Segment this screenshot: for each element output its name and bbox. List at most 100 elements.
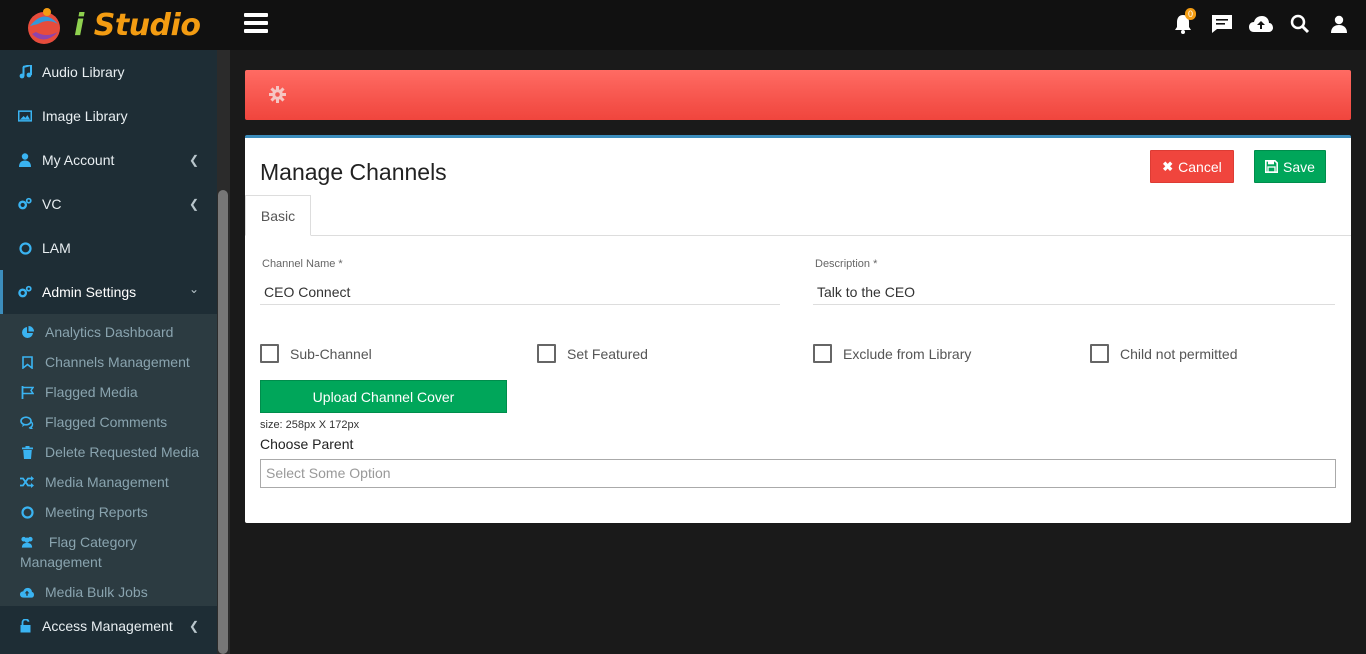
top-navbar: i Studio 0 xyxy=(0,0,1366,50)
bookmark-icon xyxy=(20,355,34,369)
messages-button[interactable] xyxy=(1202,10,1241,38)
circle-icon xyxy=(18,241,32,255)
submenu-item-delete-requested-media[interactable]: Delete Requested Media xyxy=(0,436,217,466)
checkbox-label: Set Featured xyxy=(567,345,648,362)
search-icon xyxy=(1290,14,1309,34)
circle-icon xyxy=(20,505,34,519)
cogs-icon xyxy=(18,285,32,299)
submenu-item-label: Flagged Media xyxy=(45,384,138,400)
submenu-item-flag-category-management[interactable]: Flag Category Management xyxy=(0,526,217,576)
choose-parent-label: Choose Parent xyxy=(260,436,354,452)
submenu-item-flagged-comments[interactable]: Flagged Comments xyxy=(0,406,217,436)
menu-toggle-button[interactable] xyxy=(244,13,268,35)
submenu-item-label: Channels Management xyxy=(45,354,190,370)
page-header-banner xyxy=(245,70,1351,120)
checkbox-label: Sub-Channel xyxy=(290,345,372,362)
close-icon: ✖ xyxy=(1162,158,1174,174)
checkbox-label: Exclude from Library xyxy=(843,345,972,362)
sidebar-item-label: Image Library xyxy=(42,108,128,124)
cloud-upload-icon xyxy=(20,585,34,599)
app-logo[interactable]: i Studio xyxy=(0,0,230,50)
submenu-item-label: Media Bulk Jobs xyxy=(45,584,148,600)
page-title: Manage Channels xyxy=(260,159,447,185)
child-not-permitted-checkbox-group[interactable]: Child not permitted xyxy=(1090,344,1238,363)
submenu-item-channels-management[interactable]: Channels Management xyxy=(0,346,217,376)
search-button[interactable] xyxy=(1280,10,1319,38)
save-button-label: Save xyxy=(1283,158,1315,175)
music-icon xyxy=(18,65,32,79)
submenu-item-flagged-media[interactable]: Flagged Media xyxy=(0,376,217,406)
tab-basic[interactable]: Basic xyxy=(245,195,311,236)
comments-icon xyxy=(20,415,34,429)
cancel-button[interactable]: ✖ Cancel xyxy=(1150,150,1234,183)
submenu-item-media-bulk-jobs[interactable]: Media Bulk Jobs xyxy=(0,576,217,606)
sidebar-scrollbar[interactable] xyxy=(218,190,228,654)
channel-name-input[interactable] xyxy=(260,279,780,305)
set-featured-checkbox[interactable] xyxy=(537,344,556,363)
child-not-permitted-checkbox[interactable] xyxy=(1090,344,1109,363)
save-button[interactable]: Save xyxy=(1254,150,1326,183)
chevron-left-icon: ❮ xyxy=(188,619,199,633)
cloud-upload-icon xyxy=(1248,16,1273,32)
sidebar-item-my-account[interactable]: My Account ❮ xyxy=(0,138,217,182)
parent-channel-select[interactable]: Select Some Option xyxy=(260,459,1336,488)
exclude-from-library-checkbox-group[interactable]: Exclude from Library xyxy=(813,344,971,363)
image-icon xyxy=(18,109,32,123)
description-label: Description * xyxy=(815,258,878,270)
floppy-disk-icon xyxy=(1265,160,1279,173)
user-icon xyxy=(1330,15,1347,33)
sidebar: Audio Library Image Library My Account ❮… xyxy=(0,50,230,654)
unlock-icon xyxy=(18,619,32,633)
user-icon xyxy=(18,153,32,167)
sidebar-item-lam[interactable]: LAM xyxy=(0,226,217,270)
exclude-from-library-checkbox[interactable] xyxy=(813,344,832,363)
submenu-item-label: Meeting Reports xyxy=(45,504,148,520)
submenu-item-label: Delete Requested Media xyxy=(45,444,200,460)
notification-badge: 0 xyxy=(1184,8,1196,20)
sidebar-item-access-management[interactable]: Access Management ❮ xyxy=(0,606,217,646)
sidebar-item-label: LAM xyxy=(42,240,71,256)
submenu-item-media-management[interactable]: Media Management xyxy=(0,466,217,496)
cancel-button-label: Cancel xyxy=(1178,158,1222,175)
users-icon xyxy=(20,535,34,549)
chevron-left-icon: ❮ xyxy=(188,197,199,211)
sidebar-item-vc[interactable]: VC ❮ xyxy=(0,182,217,226)
channel-name-label: Channel Name * xyxy=(262,258,343,270)
sub-channel-checkbox-group[interactable]: Sub-Channel xyxy=(260,344,372,363)
sidebar-item-label: Admin Settings xyxy=(42,284,137,300)
logo-text: i Studio xyxy=(74,8,201,43)
checkbox-label: Child not permitted xyxy=(1120,345,1238,362)
submenu-item-analytics-dashboard[interactable]: Analytics Dashboard xyxy=(0,316,217,346)
sidebar-item-audio-library[interactable]: Audio Library xyxy=(0,50,217,94)
sidebar-item-image-library[interactable]: Image Library xyxy=(0,94,217,138)
manage-channels-panel: Manage Channels ✖ Cancel Save Basic Chan… xyxy=(245,135,1351,523)
sidebar-item-label: VC xyxy=(42,196,62,212)
upload-button[interactable] xyxy=(1241,10,1280,38)
sub-channel-checkbox[interactable] xyxy=(260,344,279,363)
submenu-item-label: Flagged Comments xyxy=(45,414,168,430)
notifications-button[interactable]: 0 xyxy=(1163,8,1202,38)
sidebar-item-admin-settings[interactable]: Admin Settings ⌄ xyxy=(0,270,217,314)
chat-icon xyxy=(1211,15,1232,33)
submenu-item-label: Media Management xyxy=(45,474,169,490)
tabs-divider xyxy=(245,235,1351,236)
submenu-item-label: Analytics Dashboard xyxy=(45,324,174,340)
user-menu-button[interactable] xyxy=(1319,10,1358,38)
pie-chart-icon xyxy=(20,325,34,339)
logo-badge-icon xyxy=(28,8,60,44)
sidebar-item-label: Access Management xyxy=(42,618,173,634)
trash-icon xyxy=(20,445,34,459)
sidebar-item-label: My Account xyxy=(42,152,115,168)
flag-icon xyxy=(20,385,34,399)
cogs-icon xyxy=(18,197,32,211)
set-featured-checkbox-group[interactable]: Set Featured xyxy=(537,344,648,363)
cover-size-note: size: 258px X 172px xyxy=(260,419,360,431)
submenu-item-meeting-reports[interactable]: Meeting Reports xyxy=(0,496,217,526)
upload-channel-cover-button[interactable]: Upload Channel Cover xyxy=(260,380,507,413)
description-input[interactable] xyxy=(813,279,1335,305)
submenu-item-label: Flag Category Management xyxy=(20,534,137,570)
sidebar-item-label: Audio Library xyxy=(42,64,125,80)
chevron-left-icon: ❮ xyxy=(188,153,199,167)
admin-settings-submenu: Analytics Dashboard Channels Management … xyxy=(0,314,217,606)
shuffle-icon xyxy=(20,475,34,489)
